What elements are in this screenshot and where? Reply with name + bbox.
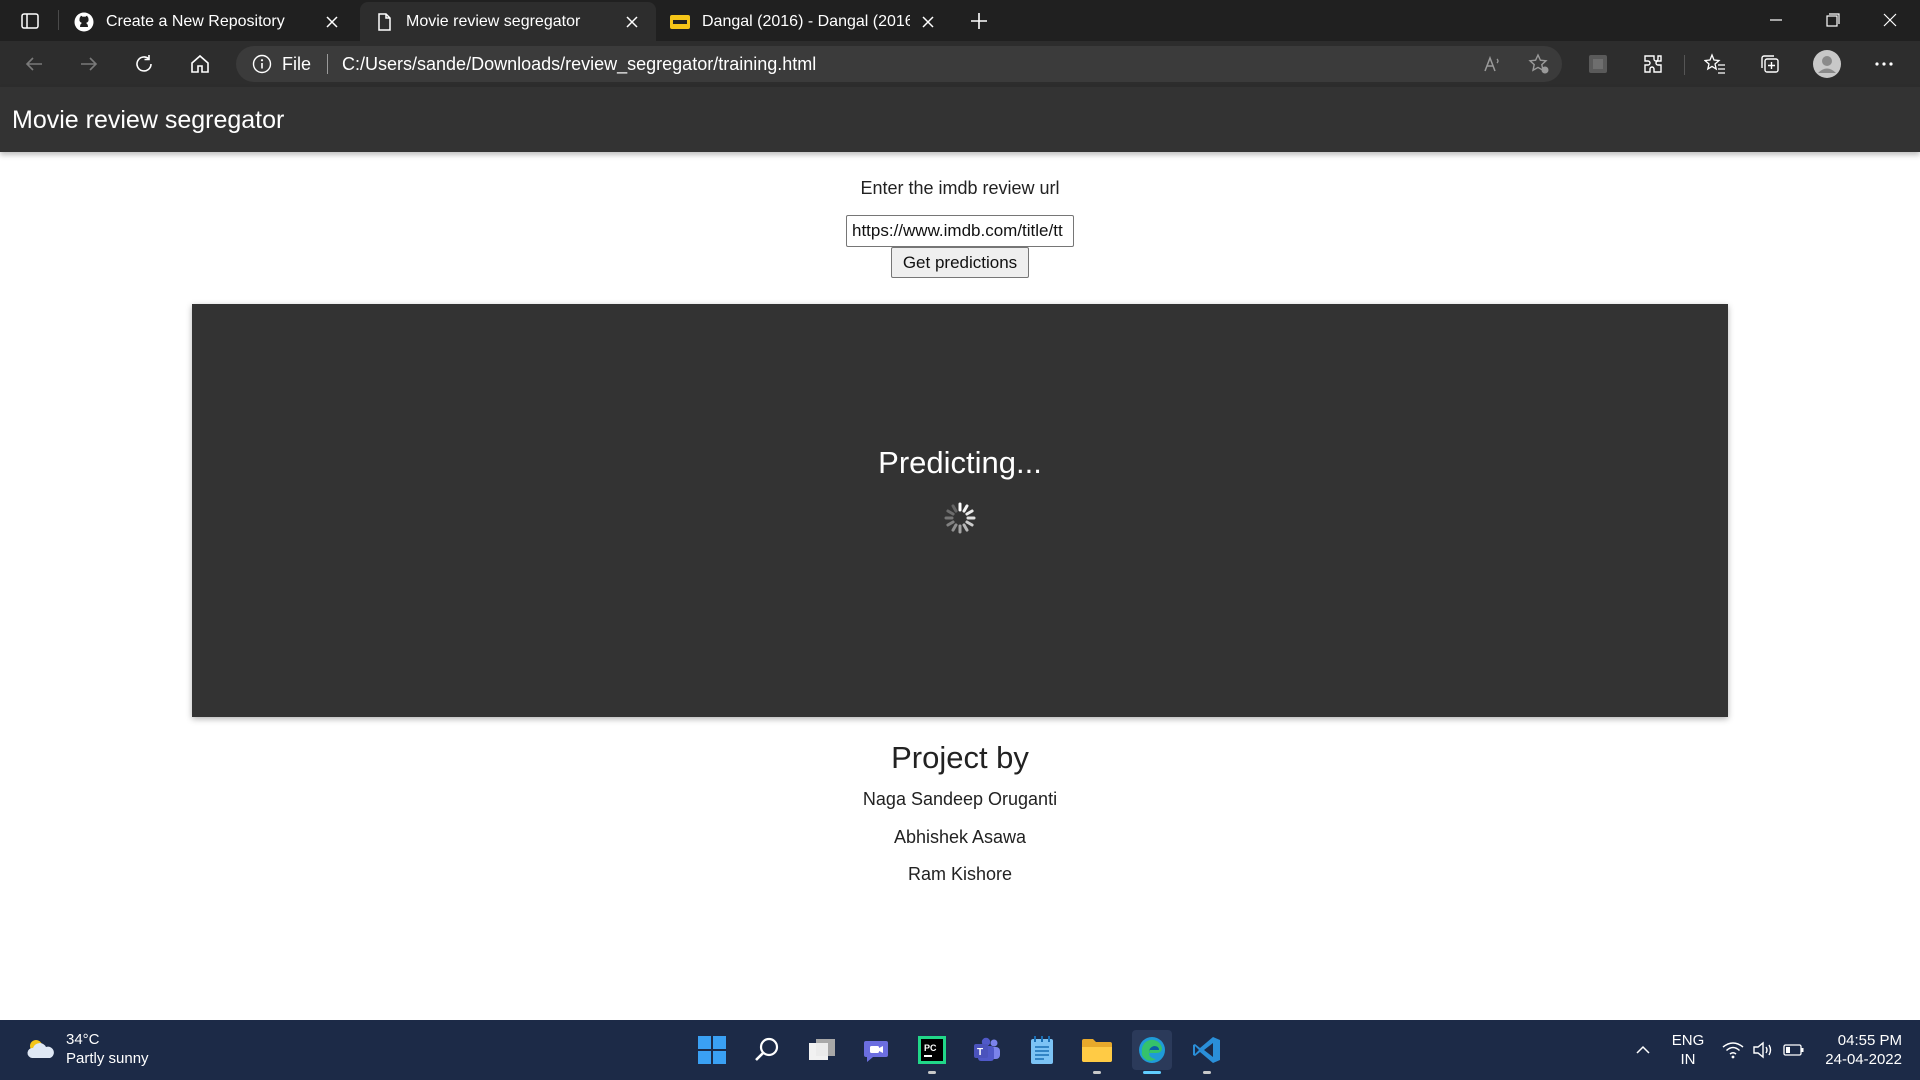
teams-icon: T [974,1037,1000,1061]
restore-icon[interactable] [1805,0,1861,40]
search-button[interactable] [747,1030,787,1070]
github-icon [74,12,94,32]
url-text[interactable]: C:/Users/sande/Downloads/review_segregat… [342,54,816,75]
credit-name: Ram Kishore [907,864,1013,884]
predicting-status: Predicting... [878,445,1042,480]
vscode-button[interactable] [1187,1030,1227,1074]
close-icon[interactable] [622,12,642,32]
svg-text:T: T [977,1047,983,1058]
credits-heading: Project by [891,740,1029,775]
notepad-button[interactable] [1022,1030,1062,1070]
extension-square-icon[interactable] [1583,49,1613,79]
clock-time: 04:55 PM [1837,1032,1902,1049]
task-view-button[interactable] [802,1030,842,1070]
weather-description: Partly sunny [66,1050,149,1067]
running-indicator [1203,1071,1211,1074]
app-title: Movie review segregator [12,106,285,134]
refresh-icon[interactable] [129,49,159,79]
chat-icon [864,1041,888,1062]
search-icon [755,1037,779,1061]
address-divider [327,54,329,74]
windows-icon [698,1036,726,1064]
read-aloud-icon[interactable] [1481,52,1505,76]
credit-name: Abhishek Asawa [893,827,1027,847]
teams-chat-button[interactable] [857,1030,897,1070]
tab-title: Movie review segregator [406,12,581,30]
weather-widget[interactable]: 34°C Partly sunny [24,1030,149,1068]
info-icon [252,54,272,74]
taskbar: 34°C Partly sunny PC T ENG IN 04:55 PM 2… [0,1020,1920,1080]
clock-date: 24-04-2022 [1825,1051,1902,1068]
home-icon[interactable] [185,49,215,79]
favorites-icon[interactable] [1700,49,1730,79]
profile-avatar-icon[interactable] [1812,49,1842,79]
tab-title: Dangal (2016) - Dangal (2016) - [702,12,910,30]
minimize-icon[interactable] [1748,0,1804,40]
running-indicator [928,1071,936,1074]
wifi-icon[interactable] [1722,1020,1744,1080]
back-icon[interactable] [19,49,49,79]
chevron-up-icon [1636,1045,1650,1054]
show-hidden-icons-button[interactable] [1634,1020,1652,1080]
folder-icon [1082,1039,1112,1062]
tab-actions-icon[interactable] [18,9,42,33]
add-favorite-icon[interactable] [1527,52,1551,76]
language-code: ENG [1671,1032,1705,1049]
edge-icon [1139,1037,1165,1063]
get-predictions-button[interactable]: Get predictions [891,247,1029,278]
weather-temperature: 34°C [66,1031,100,1048]
battery-icon[interactable] [1783,1020,1805,1080]
tab-imdb-dangal[interactable]: Dangal (2016) - Dangal (2016) - [656,2,952,41]
toolbar-divider [1684,55,1685,75]
pycharm-button[interactable]: PC [912,1030,952,1074]
language-indicator[interactable]: ENG IN [1664,1031,1712,1069]
partly-sunny-icon [27,1040,54,1058]
scheme-label: File [282,53,312,74]
results-panel: Predicting... [192,304,1728,717]
close-window-icon[interactable] [1862,0,1918,40]
tab-title: Create a New Repository [106,12,285,30]
loading-spinner-icon [944,502,976,534]
start-button[interactable] [692,1030,732,1070]
review-url-input[interactable] [846,215,1074,247]
page-icon [374,12,394,32]
url-prompt-label: Enter the imdb review url [860,178,1060,198]
site-info-button[interactable]: File [252,54,311,75]
tab-separator [58,10,59,30]
forward-icon[interactable] [74,49,104,79]
teams-button[interactable]: T [967,1030,1007,1070]
notepad-icon [1031,1036,1053,1064]
tab-movie-review-segregator[interactable]: Movie review segregator [360,2,656,41]
browser-toolbar: File C:/Users/sande/Downloads/review_seg… [0,41,1920,87]
extensions-icon[interactable] [1638,49,1668,79]
pycharm-icon: PC [918,1036,946,1064]
credit-name: Naga Sandeep Oruganti [862,789,1058,809]
running-indicator [1093,1071,1101,1074]
region-code: IN [1680,1051,1696,1068]
task-view-icon [809,1039,835,1060]
collections-icon[interactable] [1755,49,1785,79]
vscode-icon [1193,1037,1220,1063]
volume-icon[interactable] [1752,1020,1774,1080]
system-clock[interactable]: 04:55 PM 24-04-2022 [1812,1031,1902,1069]
more-options-icon[interactable] [1869,49,1899,79]
file-explorer-button[interactable] [1077,1030,1117,1074]
browser-tab-strip: Create a New Repository Movie review seg… [0,0,1920,41]
imdb-icon [670,12,690,32]
active-indicator [1143,1071,1161,1074]
address-bar[interactable]: File C:/Users/sande/Downloads/review_seg… [236,46,1562,82]
close-icon[interactable] [918,12,938,32]
new-tab-icon[interactable] [966,8,992,34]
tab-github[interactable]: Create a New Repository [60,2,356,41]
svg-text:PC: PC [924,1043,937,1053]
app-header: Movie review segregator [0,87,1920,152]
close-icon[interactable] [322,12,342,32]
edge-button[interactable] [1132,1030,1172,1074]
